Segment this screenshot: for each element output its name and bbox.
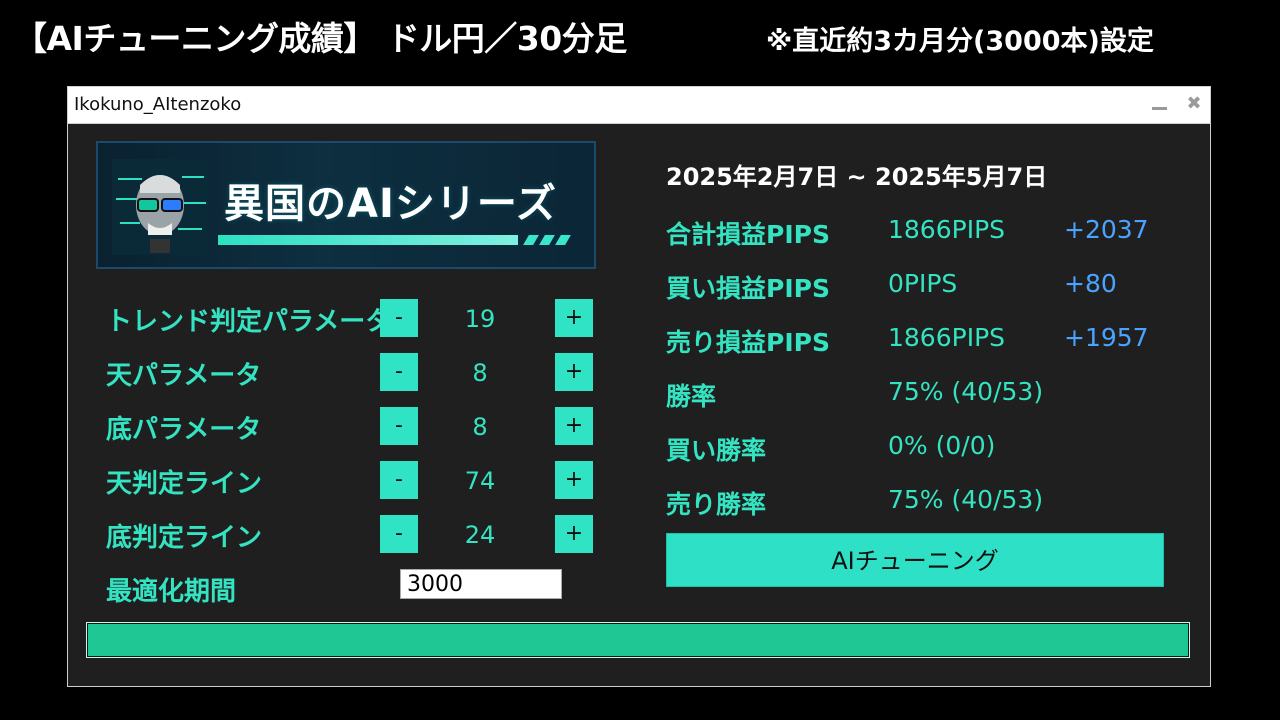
progress-fill xyxy=(88,624,1188,656)
param-label-bottom-line: 底判定ライン xyxy=(106,523,263,553)
param-bottom-value: 8 xyxy=(472,413,488,441)
param-trend-value: 19 xyxy=(464,305,496,333)
date-range: 2025年2月7日 ~ 2025年5月7日 xyxy=(666,163,1048,191)
stat-delta-total-pips: +2037 xyxy=(1064,215,1149,244)
param-bottom-line-value: 24 xyxy=(464,521,496,549)
stat-delta-buy-pips: +80 xyxy=(1064,269,1117,298)
series-banner: 異国のAIシリーズ xyxy=(96,141,596,269)
stat-label-buy-pips: 買い損益PIPS xyxy=(666,274,830,303)
close-button[interactable]: ✖ xyxy=(1182,91,1206,117)
param-bottom-minus-button[interactable]: - xyxy=(380,407,418,445)
param-label-top: 天パラメータ xyxy=(106,361,262,391)
stat-value-total-pips: 1866PIPS xyxy=(888,215,1006,244)
stat-value-sell-win-rate: 75% (40/53) xyxy=(888,485,1044,514)
stat-value-buy-win-rate: 0% (0/0) xyxy=(888,431,996,460)
title-bar: Ikokuno_AItenzoko ✖ xyxy=(68,87,1210,124)
ai-tuning-button[interactable]: AIチューニング xyxy=(666,533,1164,587)
param-trend-minus-button[interactable]: - xyxy=(380,299,418,337)
param-bottom-line-plus-button[interactable]: + xyxy=(555,515,593,553)
progress-bar xyxy=(86,622,1190,658)
stat-label-buy-win-rate: 買い勝率 xyxy=(666,436,767,465)
param-bottom-line-minus-button[interactable]: - xyxy=(380,515,418,553)
headline-subtitle: ※直近約3カ月分(3000本)設定 xyxy=(766,26,1154,57)
stat-value-buy-pips: 0PIPS xyxy=(888,269,958,298)
banner-stripe-segment xyxy=(523,235,539,245)
stat-label-sell-win-rate: 売り勝率 xyxy=(666,490,767,519)
banner-stripe-segment xyxy=(555,235,571,245)
stat-label-sell-pips: 売り損益PIPS xyxy=(666,328,830,357)
param-label-bottom: 底パラメータ xyxy=(106,415,262,445)
stat-delta-sell-pips: +1957 xyxy=(1064,323,1149,352)
param-top-line-minus-button[interactable]: - xyxy=(380,461,418,499)
stat-label-total-pips: 合計損益PIPS xyxy=(666,220,830,249)
param-top-value: 8 xyxy=(472,359,488,387)
optimization-period-label: 最適化期間 xyxy=(106,577,237,607)
param-top-line-plus-button[interactable]: + xyxy=(555,461,593,499)
param-label-trend: トレンド判定パラメータ xyxy=(106,307,392,337)
banner-title: 異国のAIシリーズ xyxy=(224,181,557,227)
optimization-period-input[interactable] xyxy=(400,569,562,599)
app-window: Ikokuno_AItenzoko ✖ 異国のAIシリーズ トレンド判定パラメー… xyxy=(67,86,1211,687)
param-top-plus-button[interactable]: + xyxy=(555,353,593,391)
close-icon: ✖ xyxy=(1186,93,1202,114)
stat-value-sell-pips: 1866PIPS xyxy=(888,323,1006,352)
param-trend-plus-button[interactable]: + xyxy=(555,299,593,337)
robot-face-icon xyxy=(112,159,208,255)
headline: 【AIチューニング成績】 ドル円／30分足 ※直近約3カ月分(3000本)設定 xyxy=(14,12,1270,60)
minimize-button[interactable] xyxy=(1148,91,1172,117)
stat-value-win-rate: 75% (40/53) xyxy=(888,377,1044,406)
stat-label-win-rate: 勝率 xyxy=(666,382,717,411)
param-bottom-plus-button[interactable]: + xyxy=(555,407,593,445)
param-top-line-value: 74 xyxy=(464,467,496,495)
minimize-icon xyxy=(1152,107,1167,110)
banner-stripe-segment xyxy=(539,235,555,245)
param-label-top-line: 天判定ライン xyxy=(106,469,263,499)
headline-title: 【AIチューニング成績】 ドル円／30分足 xyxy=(14,19,627,58)
banner-stripe xyxy=(218,235,518,245)
window-title: Ikokuno_AItenzoko xyxy=(74,94,242,115)
param-top-minus-button[interactable]: - xyxy=(380,353,418,391)
